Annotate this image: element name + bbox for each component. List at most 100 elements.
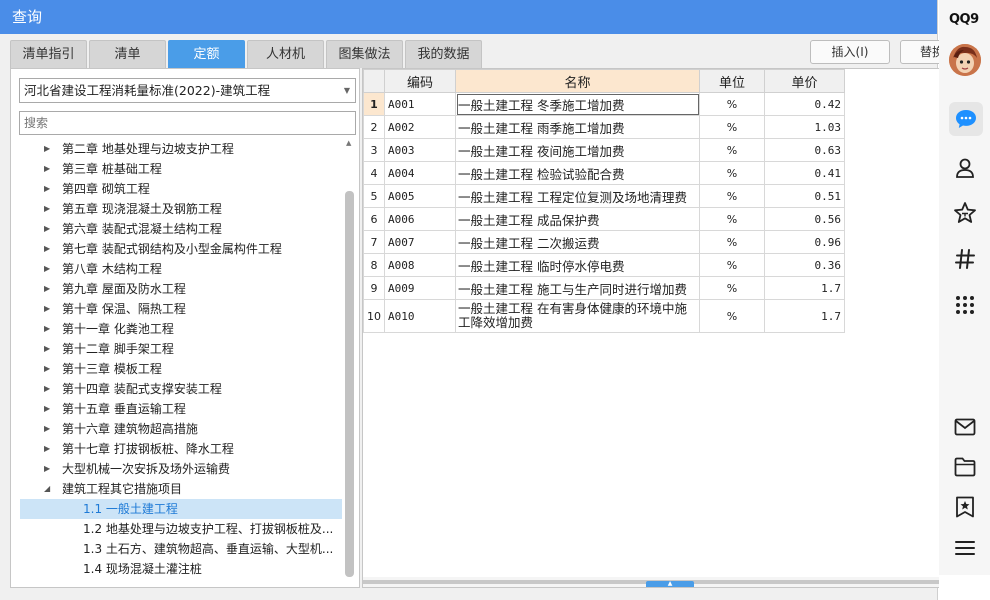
tree-item[interactable]: ▶ 第八章 木结构工程 [11,259,344,279]
expand-arrow-icon[interactable]: ▶ [44,359,50,379]
tree-item[interactable]: ▶ 第五章 现浇混凝土及钢筋工程 [11,199,344,219]
expand-arrow-icon[interactable]: ▶ [44,439,50,459]
expand-arrow-icon[interactable]: ▶ [44,219,50,239]
price-cell[interactable]: 1.03 [764,115,845,139]
qq-chat-icon[interactable] [949,102,983,136]
tree-child-item[interactable]: 1.2 地基处理与边坡支护工程、打拔钢板桩及... [11,519,344,539]
unit-cell[interactable]: % [699,115,765,139]
name-cell[interactable]: 一般土建工程 成品保护费 [455,207,700,231]
table-row[interactable]: 3 A003 一般土建工程 夜间施工增加费 % 0.63 [363,138,845,162]
insert-button[interactable]: 插入(I) [810,40,890,64]
price-column-header[interactable]: 单价 [764,69,845,93]
tree-item[interactable]: ▶ 第九章 屋面及防水工程 [11,279,344,299]
mail-icon[interactable] [952,414,978,440]
table-row[interactable]: 10 A010 一般土建工程 在有害身体健康的环境中施工降效增加费 % 1.7 [363,299,845,333]
unit-cell[interactable]: % [699,230,765,254]
price-cell[interactable]: 1.7 [764,299,845,333]
standard-select[interactable]: 河北省建设工程消耗量标准(2022)-建筑工程 ▼ [19,78,356,103]
tree-scrollbar[interactable]: ▲ [345,139,354,577]
name-cell[interactable]: 一般土建工程 工程定位复测及场地清理费 [455,184,700,208]
favorites-star-icon[interactable] [952,200,978,226]
scrollbar-thumb[interactable] [345,191,354,577]
code-cell[interactable]: A009 [384,276,456,300]
table-row[interactable]: 8 A008 一般土建工程 临时停水停电费 % 0.36 [363,253,845,277]
tree-child-item[interactable]: 1.3 土石方、建筑物超高、垂直运输、大型机... [11,539,344,559]
code-cell[interactable]: A006 [384,207,456,231]
tree-item[interactable]: ▶ 第十七章 打拔钢板桩、降水工程 [11,439,344,459]
expand-arrow-icon[interactable]: ▶ [44,339,50,359]
tree-child-item-selected[interactable]: 1.1 一般土建工程 [20,499,342,519]
price-cell[interactable]: 0.42 [764,92,845,116]
expand-arrow-icon[interactable]: ▶ [44,199,50,219]
menu-icon[interactable] [952,535,978,561]
unit-cell[interactable]: % [699,276,765,300]
expand-arrow-icon[interactable]: ▶ [44,299,50,319]
tree-item[interactable]: ▶ 第三章 桩基础工程 [11,159,344,179]
tab-list[interactable]: 清单 [89,40,166,68]
tab-labor-material-machine[interactable]: 人材机 [247,40,324,68]
expand-arrow-icon[interactable]: ▶ [44,399,50,419]
tree-item[interactable]: ▶ 第二章 地基处理与边坡支护工程 [11,139,344,159]
code-cell[interactable]: A010 [384,299,456,333]
code-cell[interactable]: A007 [384,230,456,254]
table-row[interactable]: 9 A009 一般土建工程 施工与生产同时进行增加费 % 1.7 [363,276,845,300]
table-row[interactable]: 5 A005 一般土建工程 工程定位复测及场地清理费 % 0.51 [363,184,845,208]
code-cell[interactable]: A008 [384,253,456,277]
code-cell[interactable]: A003 [384,138,456,162]
name-cell[interactable]: 一般土建工程 在有害身体健康的环境中施工降效增加费 [455,299,700,333]
unit-cell[interactable]: % [699,161,765,185]
name-cell[interactable]: 一般土建工程 施工与生产同时进行增加费 [455,276,700,300]
unit-cell[interactable]: % [699,92,765,116]
tree-item[interactable]: ▶ 第十一章 化粪池工程 [11,319,344,339]
table-row[interactable]: 7 A007 一般土建工程 二次搬运费 % 0.96 [363,230,845,254]
code-cell[interactable]: A004 [384,161,456,185]
name-cell[interactable]: 一般土建工程 检验试验配合费 [455,161,700,185]
contacts-icon[interactable] [952,155,978,181]
name-cell[interactable]: 一般土建工程 雨季施工增加费 [455,115,700,139]
channel-hash-icon[interactable] [952,246,978,272]
apps-grid-icon[interactable] [952,292,978,318]
tree-item[interactable]: ▶ 第十六章 建筑物超高措施 [11,419,344,439]
panel-splitter-handle[interactable]: ▲ [646,581,694,587]
tree-item[interactable]: ▶ 大型机械一次安拆及场外运输费 [11,459,344,479]
bookmark-star-icon[interactable] [952,494,978,520]
tree-item[interactable]: ▶ 第六章 装配式混凝土结构工程 [11,219,344,239]
tree-child-item[interactable]: 1.4 现场混凝土灌注桩 [11,559,344,579]
tab-quota[interactable]: 定额 [168,40,245,68]
unit-cell[interactable]: % [699,253,765,277]
unit-cell[interactable]: % [699,299,765,333]
collapse-arrow-icon[interactable]: ◢ [44,479,50,499]
table-row[interactable]: 4 A004 一般土建工程 检验试验配合费 % 0.41 [363,161,845,185]
tree-item[interactable]: ▶ 第七章 装配式钢结构及小型金属构件工程 [11,239,344,259]
expand-arrow-icon[interactable]: ▶ [44,319,50,339]
unit-cell[interactable]: % [699,184,765,208]
name-cell[interactable]: 一般土建工程 夜间施工增加费 [455,138,700,162]
price-cell[interactable]: 0.56 [764,207,845,231]
code-cell[interactable]: A002 [384,115,456,139]
tree-item-expanded[interactable]: ◢ 建筑工程其它措施项目 [11,479,344,499]
table-row[interactable]: 1 A001 一般土建工程 冬季施工增加费 % 0.42 [363,92,845,116]
name-cell[interactable]: 一般土建工程 冬季施工增加费 [455,92,700,116]
tree-item[interactable]: ▶ 第十五章 垂直运输工程 [11,399,344,419]
folder-icon[interactable] [952,454,978,480]
unit-cell[interactable]: % [699,138,765,162]
tree-item[interactable]: ▶ 第十二章 脚手架工程 [11,339,344,359]
expand-arrow-icon[interactable]: ▶ [44,159,50,179]
name-cell[interactable]: 一般土建工程 二次搬运费 [455,230,700,254]
expand-arrow-icon[interactable]: ▶ [44,259,50,279]
tab-atlas-method[interactable]: 图集做法 [326,40,403,68]
tab-list-guide[interactable]: 清单指引 [10,40,87,68]
expand-arrow-icon[interactable]: ▶ [44,419,50,439]
price-cell[interactable]: 0.36 [764,253,845,277]
avatar[interactable] [949,44,981,76]
expand-arrow-icon[interactable]: ▶ [44,139,50,159]
price-cell[interactable]: 0.41 [764,161,845,185]
expand-arrow-icon[interactable]: ▶ [44,239,50,259]
tree-item[interactable]: ▶ 第十四章 装配式支撑安装工程 [11,379,344,399]
price-cell[interactable]: 0.96 [764,230,845,254]
expand-arrow-icon[interactable]: ▶ [44,179,50,199]
table-row[interactable]: 2 A002 一般土建工程 雨季施工增加费 % 1.03 [363,115,845,139]
scroll-up-arrow-icon[interactable]: ▲ [346,139,351,147]
unit-column-header[interactable]: 单位 [699,69,765,93]
tree-item[interactable]: ▶ 第十章 保温、隔热工程 [11,299,344,319]
